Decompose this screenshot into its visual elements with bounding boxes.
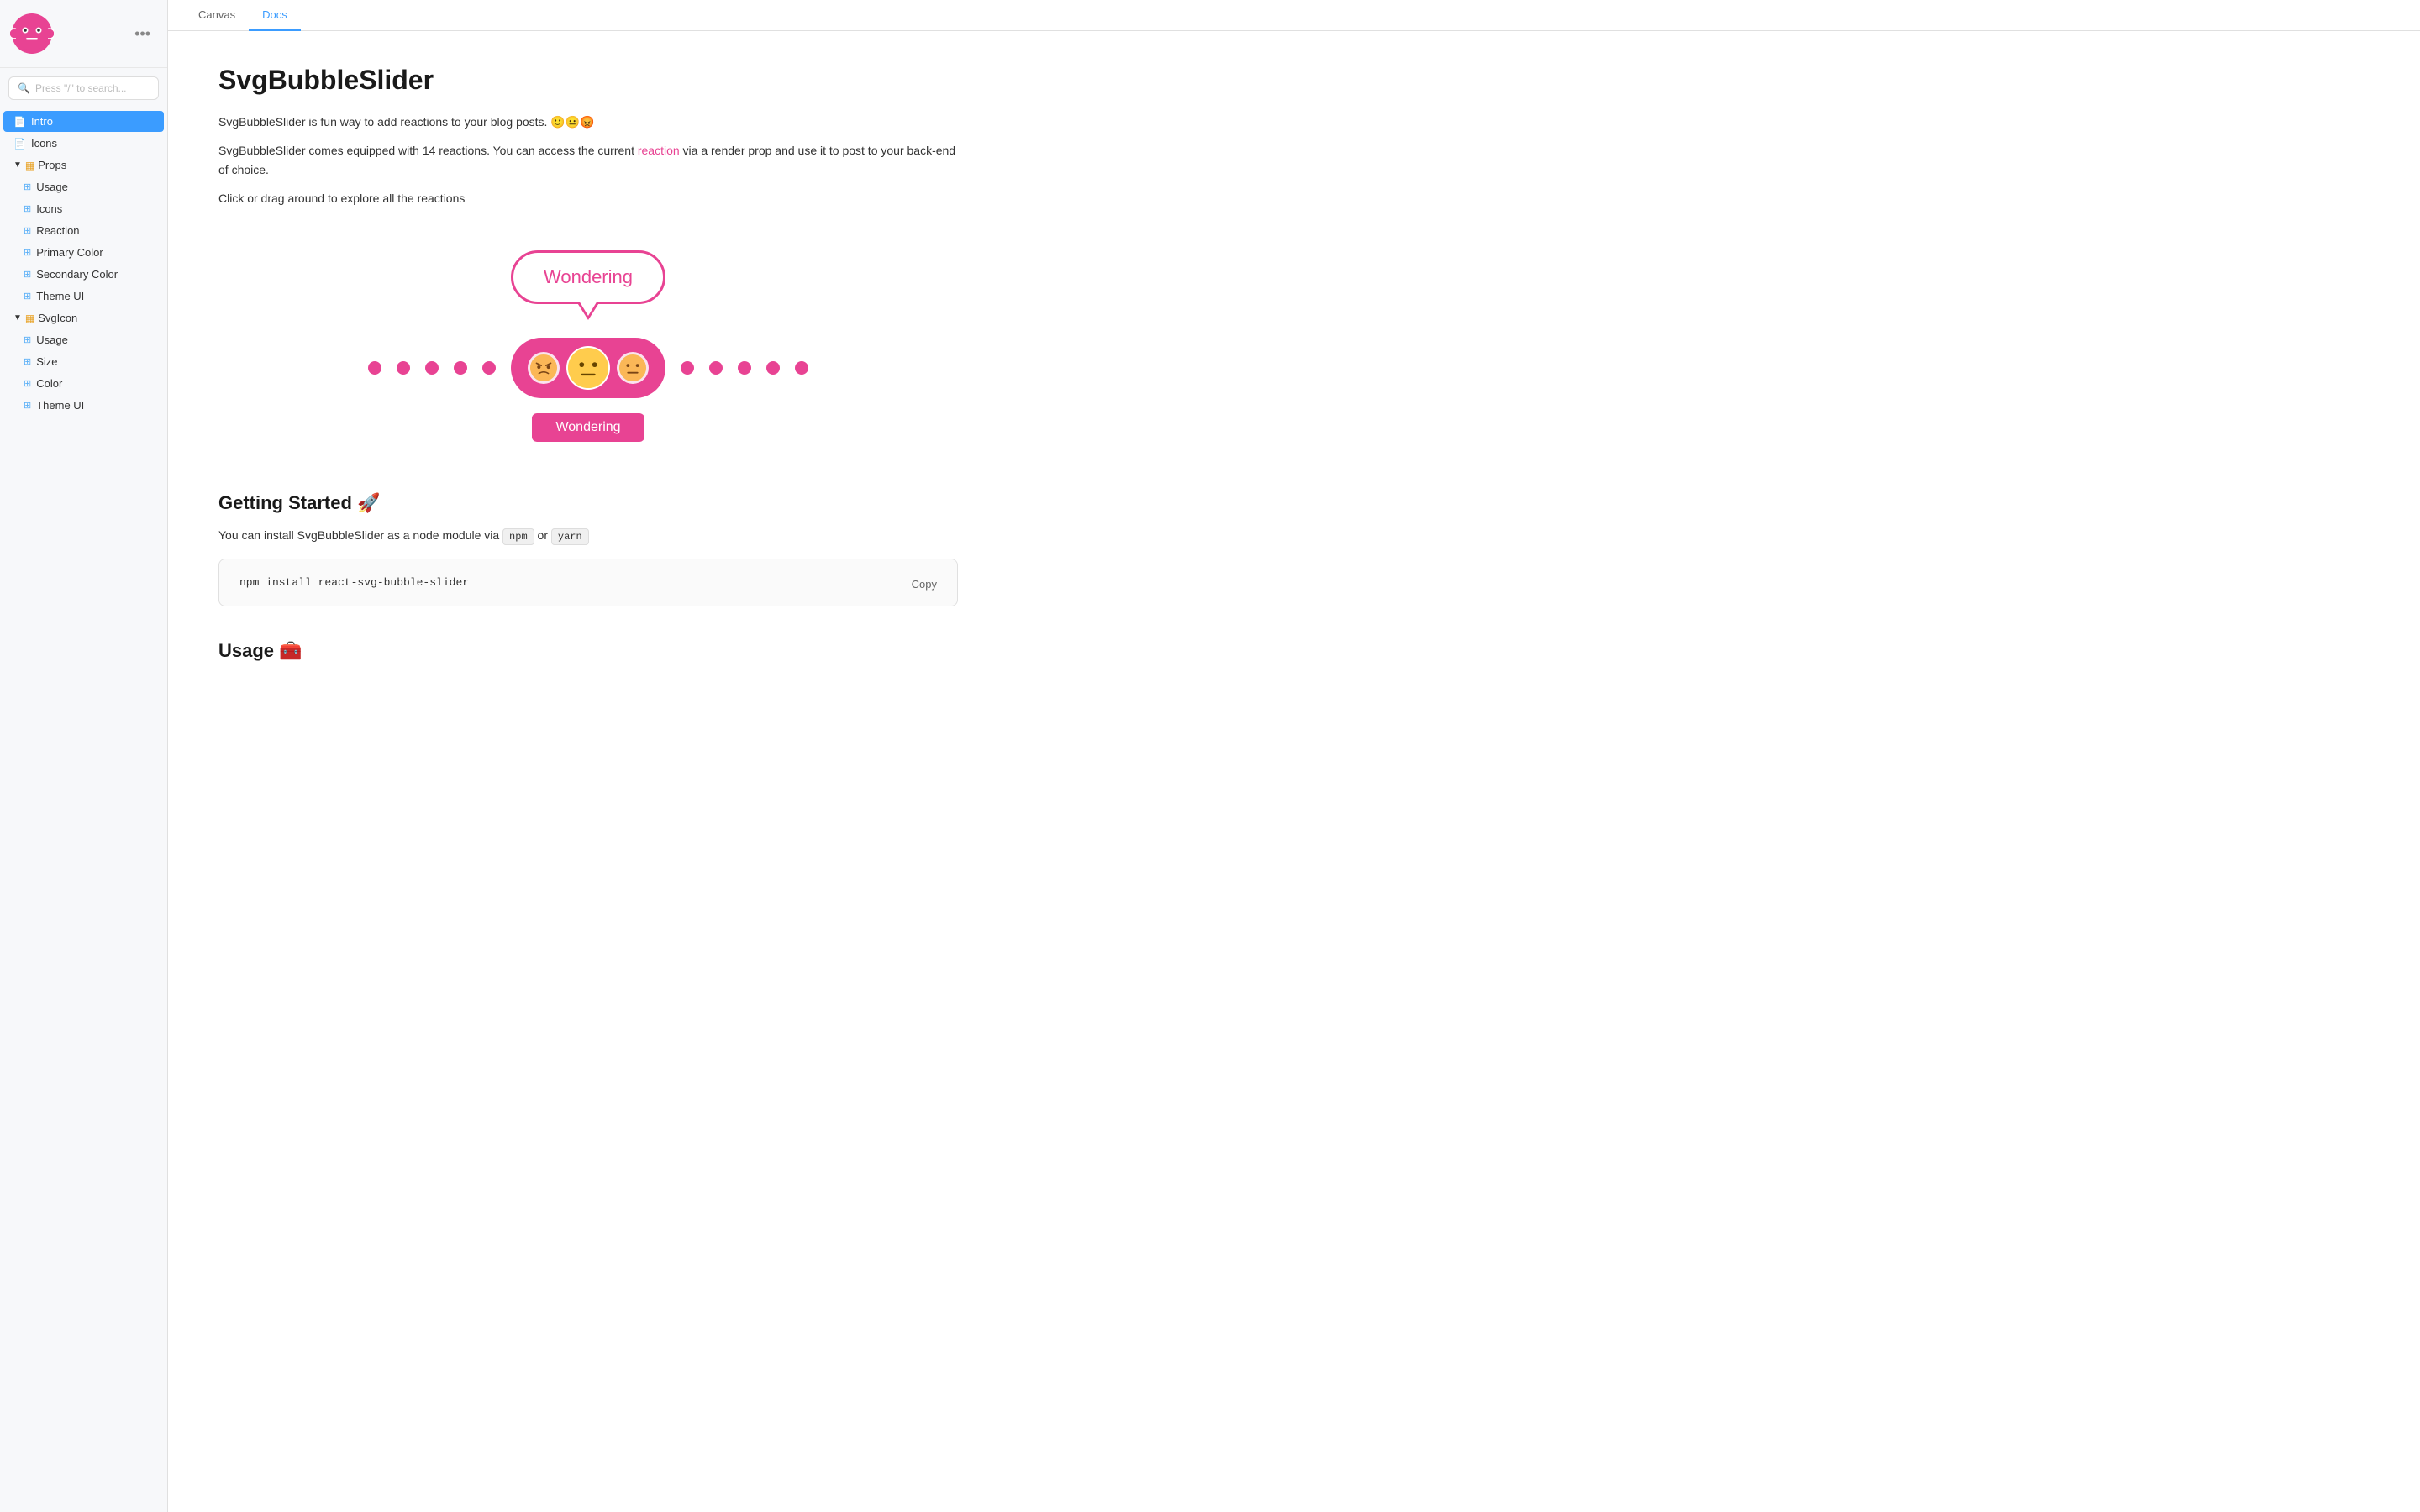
- sidebar-item-label: Usage: [36, 333, 154, 346]
- search-bar[interactable]: 🔍 Press "/" to search...: [8, 76, 159, 100]
- install-command: npm install react-svg-bubble-slider: [239, 576, 469, 589]
- sidebar-item-props-icons[interactable]: ⊞ Icons: [13, 198, 164, 219]
- sidebar-item-props-usage[interactable]: ⊞ Usage: [13, 176, 164, 197]
- sidebar-item-label: Reaction: [36, 224, 154, 237]
- logo-icon: [10, 12, 54, 55]
- sidebar-item-label: Icons: [31, 137, 154, 150]
- sidebar-group-label: SvgIcon: [38, 312, 77, 324]
- copy-button[interactable]: Copy: [905, 575, 944, 594]
- component-icon: ⊞: [24, 225, 31, 236]
- sidebar-group-props[interactable]: ▼ ▦ Props: [3, 155, 164, 176]
- page-title: SvgBubbleSlider: [218, 65, 958, 96]
- bubble-text: Wondering: [544, 266, 633, 287]
- sidebar-group-label: Props: [38, 159, 66, 171]
- left-emoji-face: [528, 352, 560, 384]
- props-children: ⊞ Usage ⊞ Icons ⊞ Reaction ⊞ Primary Col…: [0, 176, 167, 307]
- getting-started-title: Getting Started 🚀: [218, 492, 958, 514]
- sidebar-item-label: Size: [36, 355, 154, 368]
- sidebar-item-props-secondary-color[interactable]: ⊞ Secondary Color: [13, 264, 164, 285]
- folder-icon: ▦: [25, 160, 34, 171]
- sidebar-item-svgicon-color[interactable]: ⊞ Color: [13, 373, 164, 394]
- component-icon: ⊞: [24, 203, 31, 214]
- sidebar-item-icons[interactable]: 📄 Icons: [3, 133, 164, 154]
- slider-dot[interactable]: [681, 361, 694, 375]
- component-icon: ⊞: [24, 378, 31, 389]
- sidebar-item-props-theme-ui[interactable]: ⊞ Theme UI: [13, 286, 164, 307]
- component-icon: ⊞: [24, 181, 31, 192]
- yarn-code: yarn: [551, 528, 589, 545]
- reaction-label-badge: Wondering: [532, 413, 644, 442]
- install-code-block: npm install react-svg-bubble-slider Copy: [218, 559, 958, 606]
- folder-icon: ▦: [25, 312, 34, 324]
- slider-dot[interactable]: [368, 361, 381, 375]
- sidebar-item-svgicon-usage[interactable]: ⊞ Usage: [13, 329, 164, 350]
- component-icon: ⊞: [24, 400, 31, 411]
- tab-docs[interactable]: Docs: [249, 0, 301, 31]
- npm-code: npm: [502, 528, 534, 545]
- more-options-button[interactable]: •••: [128, 22, 157, 46]
- tab-canvas[interactable]: Canvas: [185, 0, 249, 31]
- main-content: SvgBubbleSlider SvgBubbleSlider is fun w…: [168, 31, 1008, 1512]
- slider-dot[interactable]: [738, 361, 751, 375]
- slider-track[interactable]: [368, 338, 808, 398]
- tab-bar: Canvas Docs: [168, 0, 2420, 31]
- speech-bubble: Wondering: [511, 250, 666, 304]
- nav-group: 📄 Intro 📄 Icons ▼ ▦ Props ⊞ Usage ⊞ Icon…: [0, 110, 167, 417]
- intro-text-1: SvgBubbleSlider is fun way to add reacti…: [218, 113, 958, 131]
- search-icon: 🔍: [18, 82, 30, 94]
- sidebar-item-svgicon-theme-ui[interactable]: ⊞ Theme UI: [13, 395, 164, 416]
- sidebar-item-svgicon-size[interactable]: ⊞ Size: [13, 351, 164, 372]
- component-icon: ⊞: [24, 356, 31, 367]
- slider-dot[interactable]: [425, 361, 439, 375]
- getting-started-text: You can install SvgBubbleSlider as a nod…: [218, 526, 958, 545]
- sidebar-item-label: Intro: [31, 115, 154, 128]
- sidebar-header: •••: [0, 0, 167, 68]
- chevron-down-icon: ▼: [13, 313, 22, 323]
- component-icon: ⊞: [24, 247, 31, 258]
- right-emoji-face: [617, 352, 649, 384]
- sidebar-group-svgicon[interactable]: ▼ ▦ SvgIcon: [3, 307, 164, 328]
- center-emoji-face: [566, 346, 610, 390]
- component-icon: ⊞: [24, 334, 31, 345]
- sidebar-item-label: Theme UI: [36, 399, 154, 412]
- sidebar-item-label: Primary Color: [36, 246, 154, 259]
- sidebar-item-label: Color: [36, 377, 154, 390]
- intro-text-3: Click or drag around to explore all the …: [218, 189, 958, 207]
- sidebar-item-props-primary-color[interactable]: ⊞ Primary Color: [13, 242, 164, 263]
- slider-dot[interactable]: [709, 361, 723, 375]
- sidebar-item-label: Theme UI: [36, 290, 154, 302]
- slider-dot[interactable]: [766, 361, 780, 375]
- intro2-before: SvgBubbleSlider comes equipped with 14 r…: [218, 144, 638, 157]
- install-text-before: You can install SvgBubbleSlider as a nod…: [218, 528, 502, 542]
- reaction-link[interactable]: reaction: [638, 144, 680, 157]
- center-emoji-group[interactable]: [511, 338, 666, 398]
- logo-area: [10, 12, 54, 55]
- svgicon-children: ⊞ Usage ⊞ Size ⊞ Color ⊞ Theme UI: [0, 329, 167, 416]
- component-icon: ⊞: [24, 269, 31, 280]
- sidebar-item-label: Icons: [36, 202, 154, 215]
- slider-dot[interactable]: [397, 361, 410, 375]
- or-text: or: [534, 528, 551, 542]
- sidebar-item-label: Usage: [36, 181, 154, 193]
- slider-dot[interactable]: [454, 361, 467, 375]
- intro-text-2: SvgBubbleSlider comes equipped with 14 r…: [218, 141, 958, 179]
- usage-title: Usage 🧰: [218, 640, 958, 662]
- slider-dot[interactable]: [795, 361, 808, 375]
- slider-dot[interactable]: [482, 361, 496, 375]
- sidebar-item-label: Secondary Color: [36, 268, 154, 281]
- search-placeholder: Press "/" to search...: [35, 82, 127, 94]
- component-icon: ⊞: [24, 291, 31, 302]
- sidebar-item-intro[interactable]: 📄 Intro: [3, 111, 164, 132]
- page-icon: 📄: [13, 116, 26, 128]
- sidebar: ••• 🔍 Press "/" to search... 📄 Intro 📄 I…: [0, 0, 168, 1512]
- chevron-down-icon: ▼: [13, 160, 22, 170]
- page-icon: 📄: [13, 138, 26, 150]
- demo-area: Wondering: [218, 234, 958, 459]
- main-panel: Canvas Docs SvgBubbleSlider SvgBubbleSli…: [168, 0, 2420, 1512]
- sidebar-item-props-reaction[interactable]: ⊞ Reaction: [13, 220, 164, 241]
